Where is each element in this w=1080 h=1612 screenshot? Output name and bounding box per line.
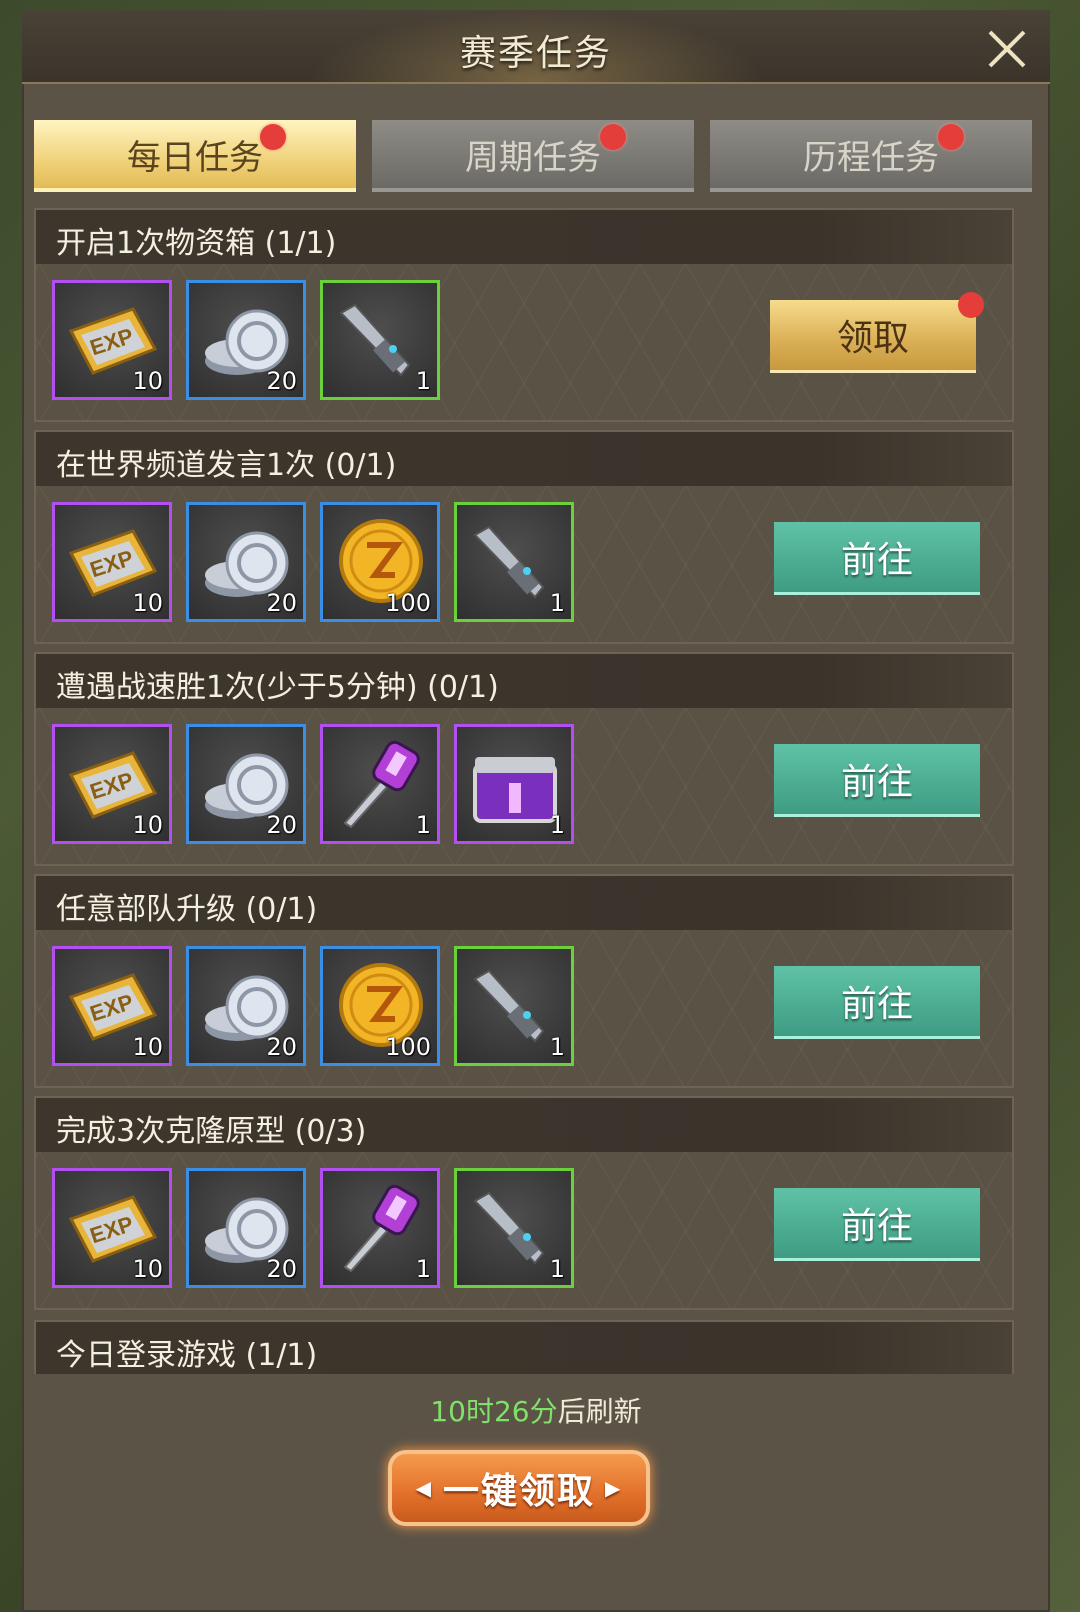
reward-item[interactable]: 100 [320, 502, 440, 622]
go-button[interactable]: 前往 [774, 1188, 980, 1261]
reward-count: 100 [385, 1033, 431, 1061]
reward-count: 1 [549, 589, 565, 617]
task-title: 在世界频道发言1次 (0/1) [56, 448, 397, 483]
badge-dot [938, 124, 964, 150]
reward-count: 1 [415, 367, 431, 395]
tab-journey[interactable]: 历程任务 [710, 120, 1032, 192]
season-task-panel: 赛季任务 每日任务 周期任务 历程任务 开启1次物资箱 (1/1) EXP 10 20… [22, 10, 1050, 1612]
task-rewards: EXP 10 20 100 1 前往 [36, 486, 1012, 642]
task-header: 在世界频道发言1次 (0/1) [36, 432, 1012, 486]
claim-all-label: 一键领取 [442, 1471, 595, 1512]
panel-title: 赛季任务 [459, 33, 612, 74]
tab-label: 历程任务 [803, 137, 939, 178]
reward-item[interactable]: 1 [454, 724, 574, 844]
tab-daily[interactable]: 每日任务 [34, 120, 356, 192]
right-arrow-icon: ▶ [605, 1476, 623, 1500]
reward-count: 10 [132, 1033, 163, 1061]
task-title: 开启1次物资箱 (1/1) [56, 226, 337, 261]
task-row: 任意部队升级 (0/1) EXP 10 20 100 1 前往 [34, 874, 1014, 1088]
badge-dot [260, 124, 286, 150]
reward-item[interactable]: 20 [186, 724, 306, 844]
reward-count: 10 [132, 1255, 163, 1283]
close-icon[interactable] [984, 26, 1030, 72]
task-header: 遭遇战速胜1次(少于5分钟) (0/1) [36, 654, 1012, 708]
reward-count: 100 [385, 589, 431, 617]
reward-item[interactable]: 20 [186, 946, 306, 1066]
task-row: 遭遇战速胜1次(少于5分钟) (0/1) EXP 10 20 1 1 前往 [34, 652, 1014, 866]
refresh-timer: 10时26分后刷新 [22, 1390, 1050, 1430]
reward-item[interactable]: 20 [186, 280, 306, 400]
claim-all-button[interactable]: ◀ 一键领取 ▶ [388, 1450, 650, 1526]
task-title: 任意部队升级 (0/1) [56, 892, 318, 927]
reward-count: 10 [132, 811, 163, 839]
refresh-time: 10时26分 [430, 1395, 558, 1428]
reward-count: 20 [266, 1033, 297, 1061]
reward-item[interactable]: EXP 10 [52, 280, 172, 400]
reward-count: 20 [266, 589, 297, 617]
task-row: 今日登录游戏 (1/1) [34, 1320, 1014, 1374]
reward-item[interactable]: 1 [320, 280, 440, 400]
reward-count: 20 [266, 811, 297, 839]
reward-item[interactable]: 20 [186, 1168, 306, 1288]
tab-label: 每日任务 [127, 137, 263, 178]
reward-item[interactable]: EXP 10 [52, 502, 172, 622]
reward-item[interactable]: 1 [454, 1168, 574, 1288]
reward-item[interactable]: EXP 10 [52, 724, 172, 844]
reward-count: 20 [266, 1255, 297, 1283]
reward-item[interactable]: 20 [186, 502, 306, 622]
task-rewards: EXP 10 20 1 领取 [36, 264, 1012, 420]
task-rewards: EXP 10 20 1 1 前往 [36, 708, 1012, 864]
left-arrow-icon: ◀ [415, 1476, 433, 1500]
task-header: 任意部队升级 (0/1) [36, 876, 1012, 930]
reward-count: 1 [549, 811, 565, 839]
go-button[interactable]: 前往 [774, 966, 980, 1039]
reward-count: 10 [132, 367, 163, 395]
reward-count: 1 [415, 1255, 431, 1283]
task-title: 遭遇战速胜1次(少于5分钟) (0/1) [56, 670, 499, 705]
go-button[interactable]: 前往 [774, 744, 980, 817]
reward-count: 1 [549, 1033, 565, 1061]
refresh-suffix: 后刷新 [557, 1395, 642, 1428]
reward-item[interactable]: 1 [320, 1168, 440, 1288]
reward-count: 20 [266, 367, 297, 395]
task-title: 今日登录游戏 (1/1) [56, 1338, 318, 1373]
reward-item[interactable]: EXP 10 [52, 946, 172, 1066]
tab-periodic[interactable]: 周期任务 [372, 120, 694, 192]
badge-dot [600, 124, 626, 150]
reward-item[interactable]: 1 [320, 724, 440, 844]
button-label: 前往 [840, 984, 913, 1025]
reward-item[interactable]: EXP 10 [52, 1168, 172, 1288]
reward-item[interactable]: 1 [454, 502, 574, 622]
task-header: 开启1次物资箱 (1/1) [36, 210, 1012, 264]
claim-button[interactable]: 领取 [770, 292, 984, 373]
task-rewards: EXP 10 20 1 1 前往 [36, 1152, 1012, 1308]
button-label: 前往 [840, 1206, 913, 1247]
go-button[interactable]: 前往 [774, 522, 980, 595]
task-row: 在世界频道发言1次 (0/1) EXP 10 20 100 1 前往 [34, 430, 1014, 644]
reward-count: 10 [132, 589, 163, 617]
reward-count: 1 [549, 1255, 565, 1283]
reward-item[interactable]: 100 [320, 946, 440, 1066]
task-header: 完成3次克隆原型 (0/3) [36, 1098, 1012, 1152]
task-title: 完成3次克隆原型 (0/3) [56, 1114, 367, 1149]
button-label: 前往 [840, 540, 913, 581]
tab-label: 周期任务 [465, 137, 601, 178]
task-rewards: EXP 10 20 100 1 前往 [36, 930, 1012, 1086]
badge-dot [958, 292, 984, 318]
task-row: 完成3次克隆原型 (0/3) EXP 10 20 1 1 前往 [34, 1096, 1014, 1310]
button-label: 前往 [840, 762, 913, 803]
title-bar: 赛季任务 [22, 10, 1050, 84]
button-label: 领取 [836, 318, 909, 359]
task-row: 开启1次物资箱 (1/1) EXP 10 20 1 领取 [34, 208, 1014, 422]
reward-item[interactable]: 1 [454, 946, 574, 1066]
reward-count: 1 [415, 811, 431, 839]
task-tabs: 每日任务 周期任务 历程任务 [34, 120, 1038, 200]
